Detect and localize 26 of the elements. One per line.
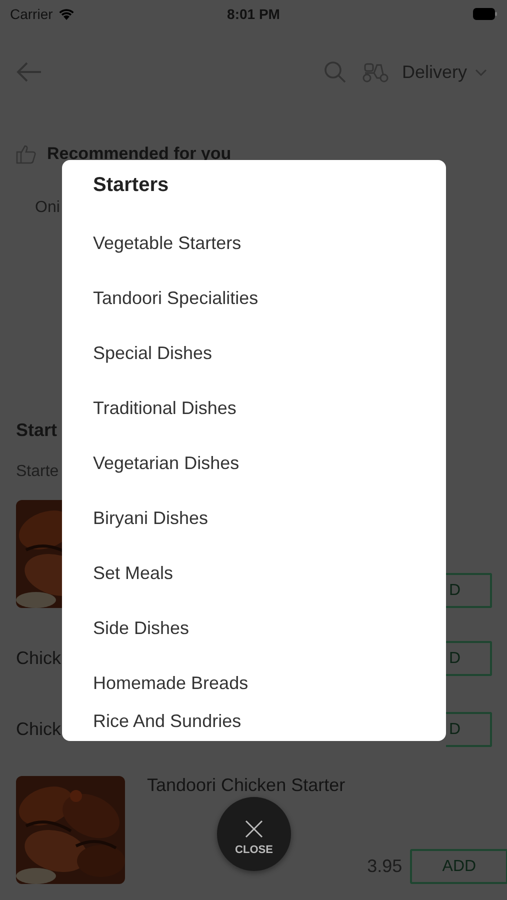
menu-title: Starters: [93, 174, 170, 198]
search-icon[interactable]: [324, 61, 346, 83]
battery-icon: [473, 8, 497, 20]
category-item[interactable]: Biryani Dishes: [93, 491, 446, 546]
category-item[interactable]: Rice And Sundries: [93, 711, 446, 741]
dish-name: Chick: [16, 719, 62, 740]
thumbs-up-icon: [16, 144, 37, 164]
wifi-icon: [58, 8, 75, 20]
close-button[interactable]: CLOSE: [217, 797, 291, 871]
category-item[interactable]: Set Meals: [93, 546, 446, 601]
category-item[interactable]: Special Dishes: [93, 326, 446, 381]
dish-name: Tandoori Chicken Starter: [147, 776, 346, 794]
category-item[interactable]: Vegetable Starters: [93, 216, 446, 271]
dish-name: Chick: [16, 648, 62, 669]
category-title: Start: [16, 420, 58, 441]
category-item[interactable]: Vegetarian Dishes: [93, 436, 446, 491]
category-item[interactable]: Traditional Dishes: [93, 381, 446, 436]
status-time: 8:01 PM: [227, 6, 280, 22]
category-item[interactable]: Tandoori Specialities: [93, 271, 446, 326]
back-arrow-icon[interactable]: [16, 62, 42, 82]
scooter-icon: [362, 61, 390, 83]
category-item[interactable]: Side Dishes: [93, 601, 446, 656]
carrier-name: Carrier: [10, 6, 53, 22]
close-icon: [245, 820, 263, 838]
category-item[interactable]: Homemade Breads: [93, 656, 446, 711]
chevron-down-icon: [475, 68, 487, 76]
